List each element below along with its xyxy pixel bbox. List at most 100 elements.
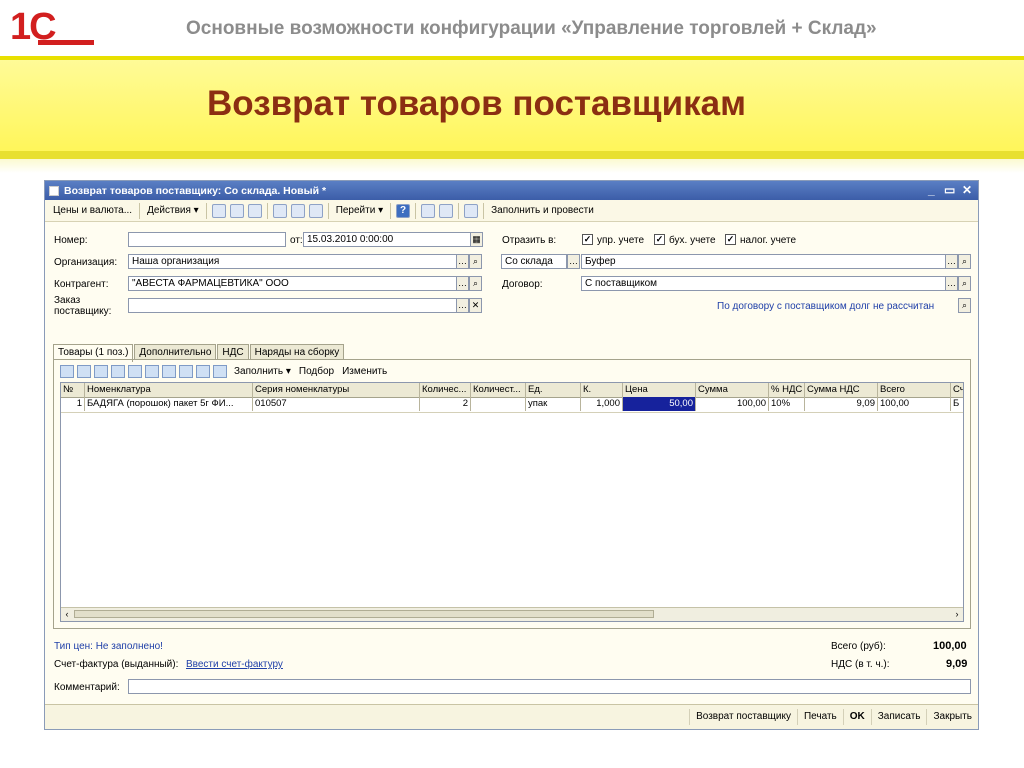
col-number[interactable]: № [61,383,85,397]
sort-desc-icon[interactable] [196,364,210,378]
horizontal-scrollbar[interactable]: ‹ › [61,607,963,621]
warehouse-select-button[interactable]: … [945,254,958,269]
calendar-icon[interactable]: ▦ [470,232,483,247]
cell-qty2[interactable] [471,397,526,411]
structure-icon[interactable] [421,203,436,218]
copy-row-icon[interactable] [77,364,91,378]
edit-row-icon[interactable] [94,364,108,378]
col-total[interactable]: Всего [878,383,951,397]
table-row[interactable]: 1 БАДЯГА (порошок) пакет 5г ФИ... 010507… [61,397,963,413]
debt-search-icon[interactable]: ⌕ [958,298,971,313]
col-series[interactable]: Серия номенклатуры [253,383,420,397]
move-up-icon[interactable] [145,364,159,378]
vat-label: НДС (в т. ч.): [831,659,890,670]
comment-field[interactable] [128,679,971,694]
close-button[interactable]: Закрыть [926,709,978,725]
col-unit[interactable]: Ед. [526,383,581,397]
cell-item[interactable]: БАДЯГА (порошок) пакет 5г ФИ... [85,397,253,411]
paste-icon[interactable] [290,203,305,218]
scrollbar-thumb[interactable] [74,610,654,618]
org-search-icon[interactable]: ⌕ [469,254,482,269]
col-sum[interactable]: Сумма [696,383,769,397]
document-icon [49,185,59,196]
contractor-field[interactable]: "АВЕСТА ФАРМАЦЕВТИКА" ООО [128,276,457,291]
order-field[interactable] [128,298,457,313]
contractor-select-button[interactable]: … [456,276,469,291]
change-button[interactable]: Изменить [338,366,391,377]
select-button[interactable]: Подбор [295,366,338,377]
acc-checkbox[interactable]: ✓ [654,234,665,245]
unpost-icon[interactable] [229,203,244,218]
journal-icon[interactable] [464,203,479,218]
col-qty[interactable]: Количес... [420,383,471,397]
return-button[interactable]: Возврат поставщику [689,709,797,725]
scroll-left-icon[interactable]: ‹ [61,608,73,620]
help-icon[interactable]: ? [396,203,411,218]
tax-checkbox[interactable]: ✓ [725,234,736,245]
col-qty2[interactable]: Количест... [471,383,526,397]
cell-factor[interactable]: 1,000 [581,397,623,411]
cell-sum[interactable]: 100,00 [696,397,769,411]
contract-select-button[interactable]: … [945,276,958,291]
maximize-icon[interactable]: ▭ [944,183,955,197]
close-icon[interactable]: ✕ [962,183,972,197]
actions-menu[interactable]: Действия ▾ [143,205,203,216]
number-field[interactable] [128,232,286,247]
copy-icon[interactable] [272,203,287,218]
cell-series[interactable]: 010507 [253,397,420,411]
tab-assembly-orders[interactable]: Наряды на сборку [249,344,345,360]
refresh-icon[interactable] [247,203,262,218]
price-type-link[interactable]: Тип цен: Не заполнено! [54,641,163,652]
minimize-icon[interactable]: _ [928,183,935,197]
org-field[interactable]: Наша организация [128,254,457,269]
scroll-right-icon[interactable]: › [951,608,963,620]
delete-row-icon[interactable] [111,364,125,378]
warehouse-type-select-button[interactable]: … [567,254,580,269]
cell-total[interactable]: 100,00 [878,397,951,411]
mgmt-checkbox[interactable]: ✓ [582,234,593,245]
post-icon[interactable] [211,203,226,218]
fill-post-button[interactable]: Заполнить и провести [487,205,598,216]
ok-button[interactable]: OK [842,709,871,725]
date-field[interactable]: 15.03.2010 0:00:00 [303,232,471,247]
fill-menu[interactable]: Заполнить ▾ [230,366,295,377]
print-button[interactable]: Печать [796,709,843,725]
cell-vat-sum[interactable]: 9,09 [805,397,878,411]
col-vat-rate[interactable]: % НДС [769,383,805,397]
order-clear-icon[interactable]: ✕ [469,298,482,313]
col-factor[interactable]: К. [581,383,623,397]
warehouse-search-icon[interactable]: ⌕ [958,254,971,269]
barcode-icon[interactable] [213,364,227,378]
order-select-button[interactable]: … [456,298,469,313]
warehouse-field[interactable]: Буфер [581,254,946,269]
tab-vat[interactable]: НДС [217,344,249,360]
save-button[interactable]: Записать [870,709,927,725]
warehouse-type-field[interactable]: Со склада [501,254,567,269]
col-price[interactable]: Цена [623,383,696,397]
col-vat-sum[interactable]: Сумма НДС [805,383,878,397]
col-item[interactable]: Номенклатура [85,383,253,397]
window-titlebar[interactable]: Возврат товаров поставщику: Со склада. Н… [45,181,978,200]
cell-price[interactable]: 50,00 [623,397,696,411]
sort-asc-icon[interactable] [179,364,193,378]
date-label: от: [290,235,303,246]
based-on-icon[interactable] [308,203,323,218]
cell-qty[interactable]: 2 [420,397,471,411]
number-label: Номер: [54,235,88,246]
move-down-icon[interactable] [162,364,176,378]
col-account[interactable]: Сч [951,383,963,397]
movements-icon[interactable] [439,203,454,218]
cell-account[interactable]: Б [951,397,963,411]
contractor-search-icon[interactable]: ⌕ [469,276,482,291]
contract-search-icon[interactable]: ⌕ [958,276,971,291]
tab-additional[interactable]: Дополнительно [134,344,217,360]
end-edit-icon[interactable] [128,364,142,378]
contract-field[interactable]: С поставщиком [581,276,946,291]
add-row-icon[interactable] [60,364,74,378]
invoice-link[interactable]: Ввести счет-фактуру [186,659,283,670]
prices-button[interactable]: Цены и валюта... [49,205,136,216]
cell-vat-rate[interactable]: 10% [769,397,805,411]
cell-unit[interactable]: упак [526,397,581,411]
org-select-button[interactable]: … [456,254,469,269]
goto-menu[interactable]: Перейти ▾ [332,205,387,216]
